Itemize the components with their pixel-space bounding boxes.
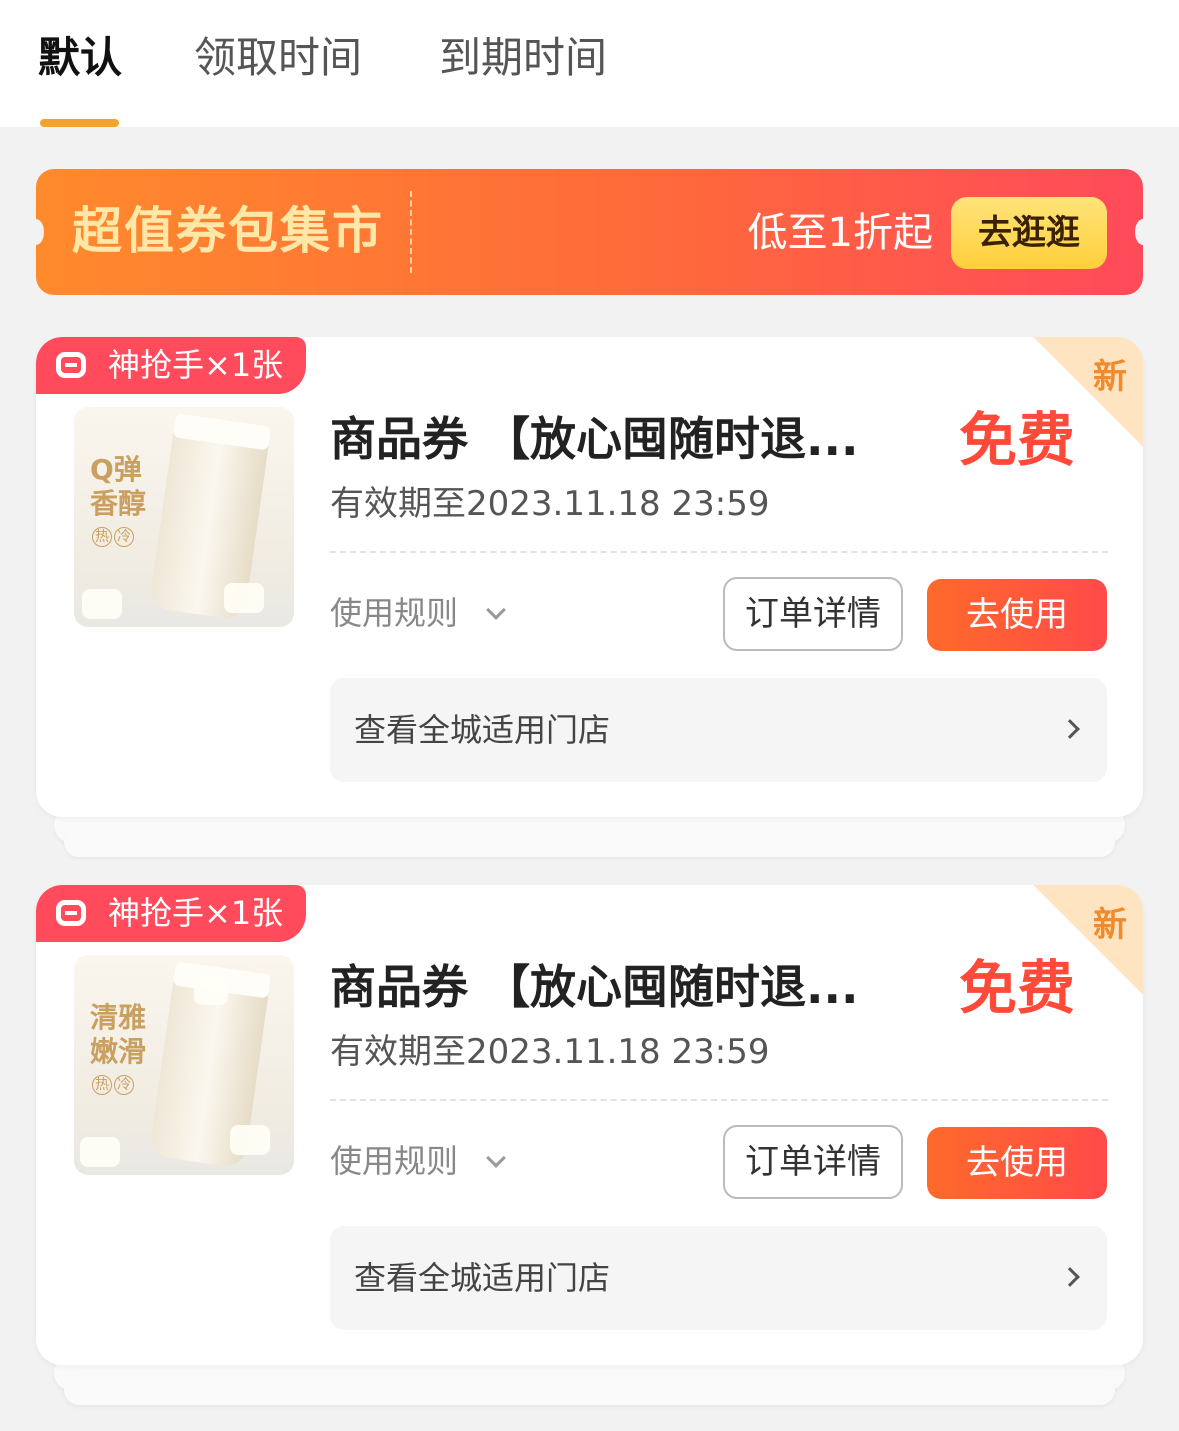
ice-cube-image bbox=[80, 1137, 120, 1167]
view-stores-label: 查看全城适用门店 bbox=[354, 711, 611, 749]
hot-tag: 热 bbox=[92, 527, 112, 547]
tab-expire-time[interactable]: 到期时间 bbox=[439, 30, 607, 86]
coupon-title[interactable]: 商品券 【放心囤随时退... bbox=[330, 407, 890, 471]
thumbnail-tags: 热冷 bbox=[92, 527, 136, 547]
order-detail-button[interactable]: 订单详情 bbox=[723, 1125, 903, 1199]
tab-default[interactable]: 默认 bbox=[38, 30, 122, 86]
coupon-card-body: 新 神抢手×1张 清雅嫩滑 热冷 商品券 【放心囤随时退... 免费 有效期至2… bbox=[36, 885, 1143, 1365]
use-coupon-button[interactable]: 去使用 bbox=[927, 1127, 1107, 1199]
order-detail-button[interactable]: 订单详情 bbox=[723, 577, 903, 651]
coupon-expiry: 有效期至2023.11.18 23:59 bbox=[330, 1032, 770, 1072]
thumbnail-label: 清雅嫩滑 bbox=[90, 1001, 147, 1068]
ice-cube-image bbox=[230, 1125, 270, 1155]
banner-notch-left bbox=[36, 219, 44, 245]
banner-subtitle: 低至1折起 bbox=[747, 210, 933, 256]
card-stack-layer bbox=[64, 1375, 1115, 1405]
hot-tag: 热 bbox=[92, 1075, 112, 1095]
product-thumbnail: Q弹香醇 热冷 bbox=[74, 407, 294, 627]
badge-text: 神抢手×1张 bbox=[108, 894, 284, 932]
ice-cube-image bbox=[82, 589, 122, 619]
coupon-price: 免费 bbox=[958, 954, 1075, 1022]
coupon-market-banner[interactable]: 超值券包集市 低至1折起 去逛逛 bbox=[36, 169, 1143, 295]
sort-tabs: 默认 领取时间 到期时间 bbox=[0, 0, 1179, 127]
new-label: 新 bbox=[1093, 357, 1127, 397]
view-stores-label: 查看全城适用门店 bbox=[354, 1259, 611, 1297]
tab-receive-time[interactable]: 领取时间 bbox=[194, 30, 362, 86]
dashed-divider bbox=[330, 1099, 1108, 1101]
cold-tag: 冷 bbox=[114, 1075, 134, 1095]
ice-cube-image bbox=[224, 583, 264, 613]
product-thumbnail: 清雅嫩滑 热冷 bbox=[74, 955, 294, 1175]
chevron-down-icon[interactable] bbox=[486, 600, 506, 620]
cold-tag: 冷 bbox=[114, 527, 134, 547]
dashed-divider bbox=[330, 551, 1108, 553]
use-coupon-button[interactable]: 去使用 bbox=[927, 579, 1107, 651]
card-stack-layer bbox=[64, 827, 1115, 857]
new-label: 新 bbox=[1093, 905, 1127, 945]
active-tab-indicator bbox=[40, 119, 119, 127]
thumbnail-tags: 热冷 bbox=[92, 1075, 136, 1095]
ticket-icon bbox=[56, 352, 86, 378]
chevron-right-icon bbox=[1060, 719, 1080, 739]
grab-badge: 神抢手×1张 bbox=[36, 337, 306, 394]
view-stores-row[interactable]: 查看全城适用门店 bbox=[330, 1226, 1107, 1330]
ice-cube-image bbox=[194, 979, 228, 1005]
chevron-right-icon bbox=[1060, 1267, 1080, 1287]
banner-title: 超值券包集市 bbox=[72, 202, 384, 260]
coupon-expiry: 有效期至2023.11.18 23:59 bbox=[330, 484, 770, 524]
ticket-icon bbox=[56, 900, 86, 926]
coupon-title[interactable]: 商品券 【放心囤随时退... bbox=[330, 955, 890, 1019]
grab-badge: 神抢手×1张 bbox=[36, 885, 306, 942]
banner-notch-right bbox=[1135, 219, 1143, 245]
coupon-card-body: 新 神抢手×1张 Q弹香醇 热冷 商品券 【放心囤随时退... 免费 有效期至2… bbox=[36, 337, 1143, 817]
view-stores-row[interactable]: 查看全城适用门店 bbox=[330, 678, 1107, 782]
banner-divider bbox=[410, 191, 412, 273]
badge-text: 神抢手×1张 bbox=[108, 346, 284, 384]
coupon-price: 免费 bbox=[958, 406, 1075, 474]
usage-rules-toggle[interactable]: 使用规则 bbox=[330, 591, 458, 635]
thumbnail-label: Q弹香醇 bbox=[90, 453, 147, 520]
usage-rules-toggle[interactable]: 使用规则 bbox=[330, 1139, 458, 1183]
go-browse-button[interactable]: 去逛逛 bbox=[951, 197, 1107, 269]
chevron-down-icon[interactable] bbox=[486, 1148, 506, 1168]
